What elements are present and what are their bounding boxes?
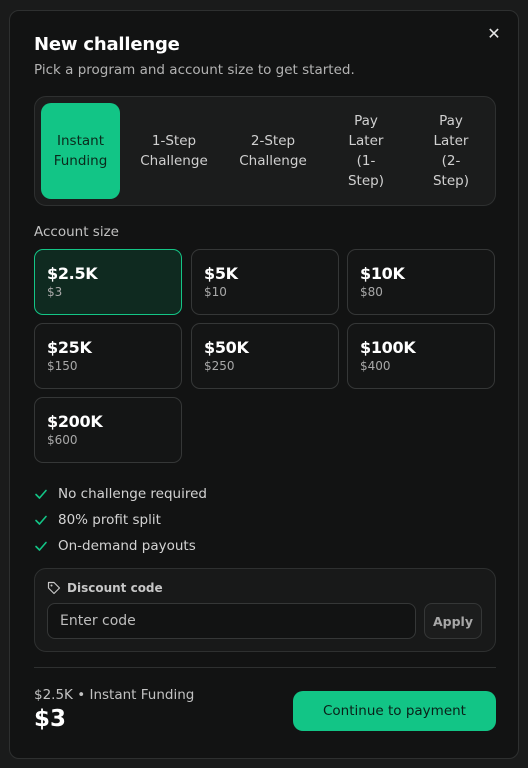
check-icon: [35, 489, 47, 499]
account-size-price: $10: [204, 285, 227, 299]
feature-item: 80% profit split: [34, 507, 207, 533]
program-tab-label: Challenge: [140, 153, 208, 169]
account-size-option-10k[interactable]: $10K $80: [347, 249, 495, 315]
account-size-price: $80: [360, 285, 383, 299]
order-total: $3: [34, 706, 67, 732]
program-tab-label: Instant: [57, 133, 104, 149]
account-size-price: $600: [47, 433, 78, 447]
account-size-option-2-5k[interactable]: $2.5K $3: [34, 249, 182, 315]
account-size-amount: $5K: [204, 264, 238, 283]
check-icon: [35, 515, 47, 525]
program-tab-label: 1-Step: [151, 133, 197, 149]
feature-item: No challenge required: [34, 481, 207, 507]
account-size-option-200k[interactable]: $200K $600: [34, 397, 182, 463]
account-size-price: $250: [204, 359, 235, 373]
feature-list: No challenge required 80% profit split O…: [34, 481, 207, 559]
program-tab-pay-later-1-step[interactable]: Pay Later (1- Step): [327, 103, 405, 199]
program-tab-label: (2-: [441, 153, 461, 169]
account-size-price: $3: [47, 285, 63, 299]
account-size-price: $400: [360, 359, 391, 373]
account-size-amount: $50K: [204, 338, 249, 357]
modal-title: New challenge: [34, 34, 180, 55]
divider: [34, 667, 496, 668]
new-challenge-modal: ✕ New challenge Pick a program and accou…: [9, 10, 519, 759]
account-size-option-50k[interactable]: $50K $250: [191, 323, 339, 389]
program-tab-label: Challenge: [239, 153, 307, 169]
program-tab-label: Step): [432, 173, 469, 189]
program-selector: Instant Funding 1-Step Challenge 2-Step Cha…: [34, 96, 496, 206]
program-tab-instant-funding[interactable]: Instant Funding: [41, 103, 120, 199]
apply-button[interactable]: Apply: [424, 603, 482, 639]
feature-item: On-demand payouts: [34, 533, 207, 559]
program-tab-label: Step): [347, 173, 384, 189]
modal-subtitle: Pick a program and account size to get s…: [34, 62, 355, 78]
program-tab-label: Later: [348, 133, 384, 149]
account-size-amount: $100K: [360, 338, 416, 357]
discount-label: Discount code: [47, 581, 163, 595]
program-tab-label: (1-: [356, 153, 376, 169]
program-tab-2-step[interactable]: 2-Step Challenge: [228, 103, 318, 199]
account-size-option-25k[interactable]: $25K $150: [34, 323, 182, 389]
discount-code-input[interactable]: [47, 603, 416, 639]
feature-text: No challenge required: [58, 486, 207, 502]
account-size-price: $150: [47, 359, 78, 373]
order-summary: $2.5K • Instant Funding: [34, 687, 195, 703]
check-icon: [35, 541, 47, 551]
account-size-label: Account size: [34, 224, 119, 240]
close-icon[interactable]: ✕: [486, 26, 502, 42]
program-tab-label: 2-Step: [250, 133, 296, 149]
program-tab-1-step[interactable]: 1-Step Challenge: [129, 103, 219, 199]
account-size-amount: $200K: [47, 412, 103, 431]
tag-icon: [47, 581, 61, 595]
account-size-option-100k[interactable]: $100K $400: [347, 323, 495, 389]
program-tab-label: Later: [433, 133, 469, 149]
account-size-amount: $2.5K: [47, 264, 98, 283]
program-tab-pay-later-2-step[interactable]: Pay Later (2- Step): [412, 103, 490, 199]
account-size-amount: $10K: [360, 264, 405, 283]
discount-panel: Discount code Apply: [34, 568, 496, 652]
account-size-option-5k[interactable]: $5K $10: [191, 249, 339, 315]
feature-text: 80% profit split: [58, 512, 161, 528]
program-tab-label: Pay: [354, 113, 378, 129]
feature-text: On-demand payouts: [58, 538, 196, 554]
discount-label-text: Discount code: [67, 581, 163, 595]
continue-to-payment-button[interactable]: Continue to payment: [293, 691, 496, 731]
program-tab-label: Pay: [439, 113, 463, 129]
program-tab-label: Funding: [53, 153, 108, 169]
account-size-amount: $25K: [47, 338, 92, 357]
